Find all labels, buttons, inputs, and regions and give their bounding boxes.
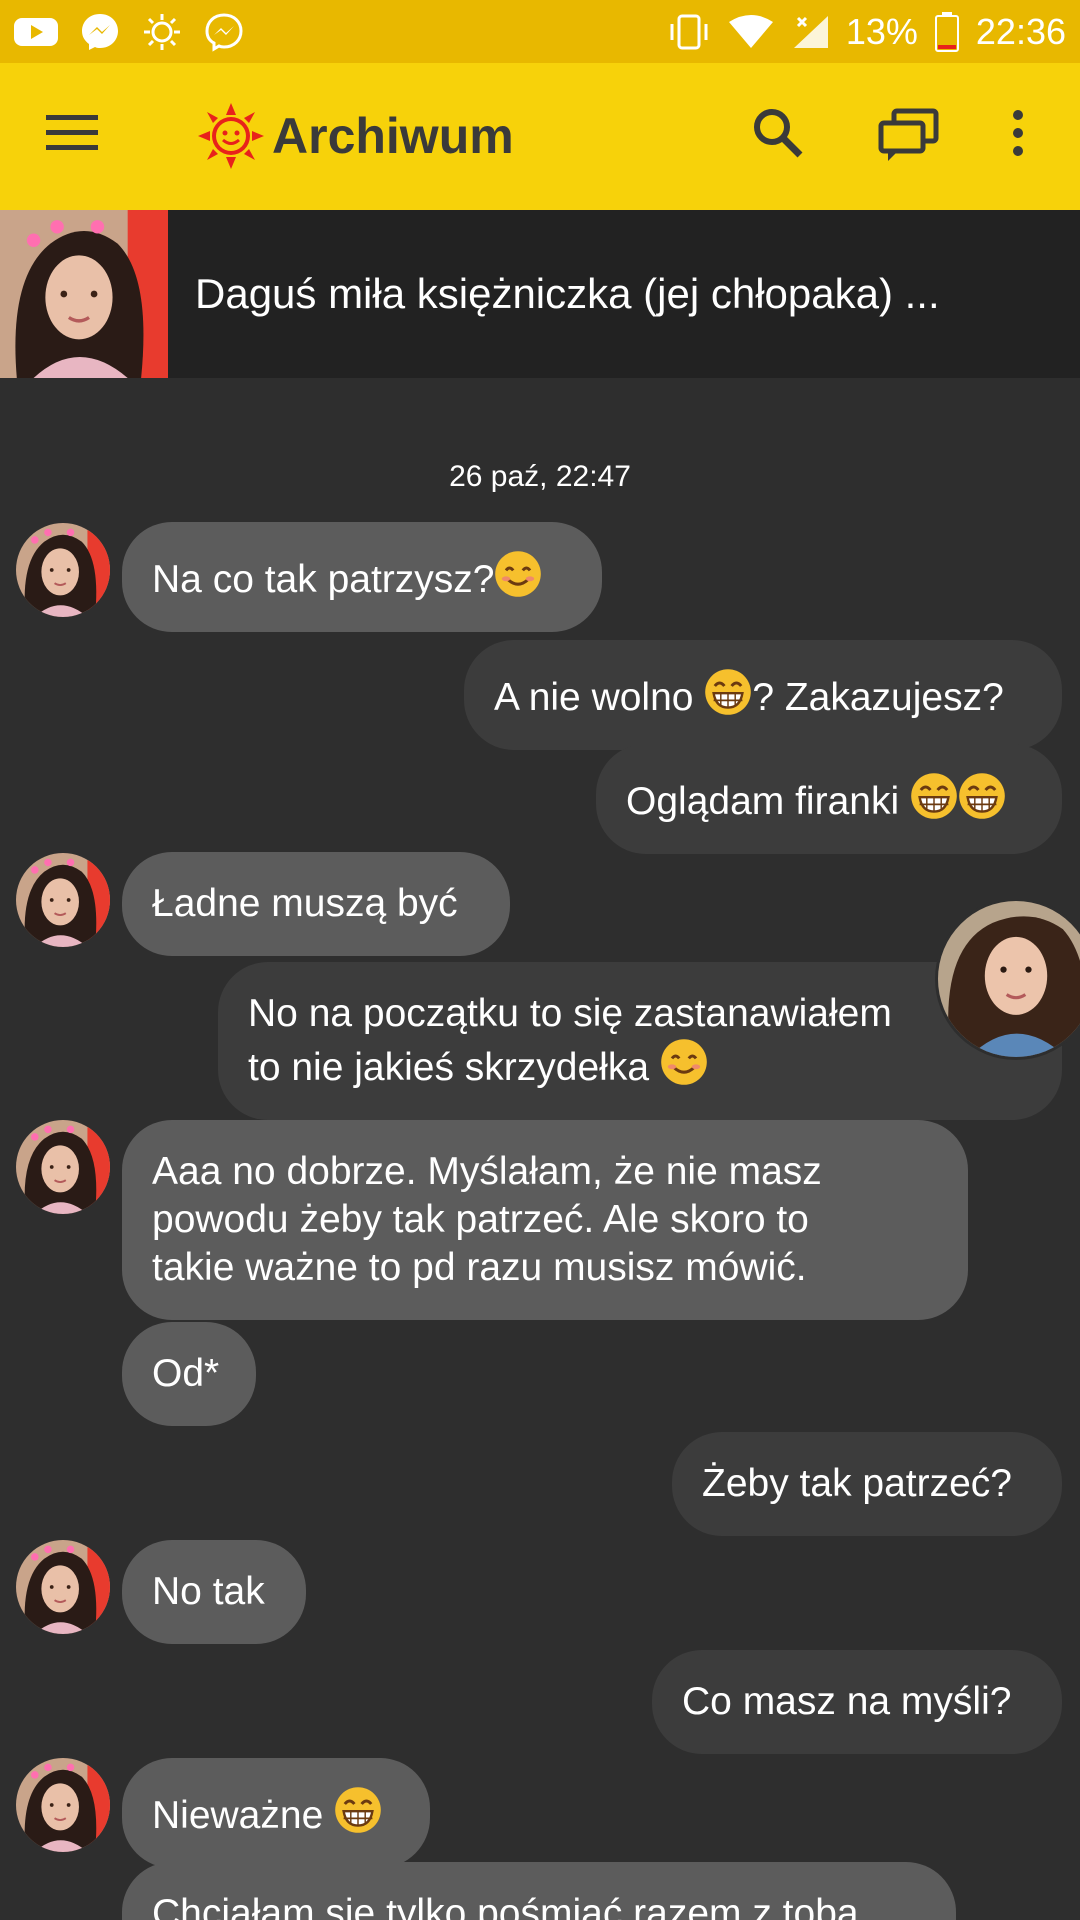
message-text: Ładne muszą być (152, 882, 458, 925)
contact-avatar[interactable] (16, 1540, 110, 1634)
app-title: Archiwum (272, 108, 514, 164)
conversation-header[interactable]: Daguś miła księżniczka (jej chłopaka) ..… (0, 210, 1080, 378)
message-text: to nie jakieś skrzydełka (248, 1046, 650, 1089)
sun-logo-icon (198, 103, 264, 174)
message-text: ? Zakazujesz? (752, 676, 1004, 719)
messenger-icon (80, 12, 120, 52)
message-text: Żeby tak patrzeć? (702, 1462, 1012, 1505)
contact-avatar[interactable] (16, 853, 110, 947)
contact-photo[interactable] (0, 210, 168, 378)
battery-icon (934, 11, 960, 52)
vibrate-icon (666, 14, 712, 50)
grinning-emoji-icon (910, 772, 958, 820)
message-text: Na co tak patrzysz? (152, 558, 495, 601)
message-text: Oglądam firanki (626, 780, 900, 823)
message-text: Nieważne (152, 1794, 324, 1837)
outgoing-message[interactable]: Żeby tak patrzeć? (672, 1432, 1062, 1536)
contact-avatar[interactable] (16, 1120, 110, 1214)
sun-icon (142, 12, 182, 52)
smiling-emoji-icon (660, 1038, 708, 1086)
battery-percent: 13% (845, 10, 918, 52)
outgoing-message[interactable]: Co masz na myśli? (652, 1650, 1062, 1754)
outgoing-message[interactable]: A nie wolno ? Zakazujesz? (464, 640, 1062, 750)
grinning-emoji-icon (958, 772, 1006, 820)
message-text: takie ważne to pd razu musisz mówić. (152, 1246, 807, 1289)
message-text: A nie wolno (494, 676, 694, 719)
incoming-message[interactable]: Ładne muszą być (122, 852, 510, 956)
message-text: powodu żeby tak patrzeć. Ale skoro to (152, 1198, 809, 1241)
message-text: No na początku to się zastanawiałem (248, 992, 892, 1035)
message-timestamp: 26 paź, 22:47 (449, 460, 631, 493)
messenger-outline-icon (204, 12, 244, 52)
incoming-message[interactable]: Na co tak patrzysz? (122, 522, 602, 632)
signal-icon (790, 14, 830, 50)
search-icon[interactable] (752, 107, 804, 164)
message-text: No tak (152, 1570, 265, 1613)
message-text: Od* (152, 1352, 220, 1395)
incoming-message[interactable]: Nieważne (122, 1758, 430, 1868)
incoming-message[interactable]: Od* (122, 1322, 256, 1426)
incoming-message[interactable]: Aaa no dobrze. Myślałam, że nie masz pow… (122, 1120, 968, 1320)
grinning-emoji-icon (704, 668, 752, 716)
message-text: Aaa no dobrze. Myślałam, że nie masz (152, 1150, 822, 1193)
clock: 22:36 (975, 10, 1066, 52)
message-text: Co masz na myśli? (682, 1680, 1012, 1723)
menu-icon[interactable] (46, 113, 98, 158)
contact-avatar[interactable] (16, 523, 110, 617)
more-options-icon[interactable] (1010, 107, 1026, 164)
chats-icon[interactable] (878, 107, 940, 168)
incoming-message[interactable]: No tak (122, 1540, 306, 1644)
message-text: Chciałam się tylko pośmiać razem z tobą (152, 1892, 859, 1920)
app-bar: Archiwum (0, 63, 1080, 210)
outgoing-message[interactable]: Oglądam firanki (596, 744, 1062, 854)
contact-avatar[interactable] (16, 1758, 110, 1852)
status-bar: 13% 22:36 (0, 0, 1080, 63)
youtube-icon (14, 16, 58, 48)
conversation-name: Daguś miła księżniczka (jej chłopaka) ..… (195, 270, 940, 317)
grinning-emoji-icon (334, 1786, 382, 1834)
wifi-icon (728, 14, 774, 50)
incoming-message[interactable]: Chciałam się tylko pośmiać razem z tobą (122, 1862, 956, 1920)
smiling-emoji-icon (494, 550, 542, 598)
